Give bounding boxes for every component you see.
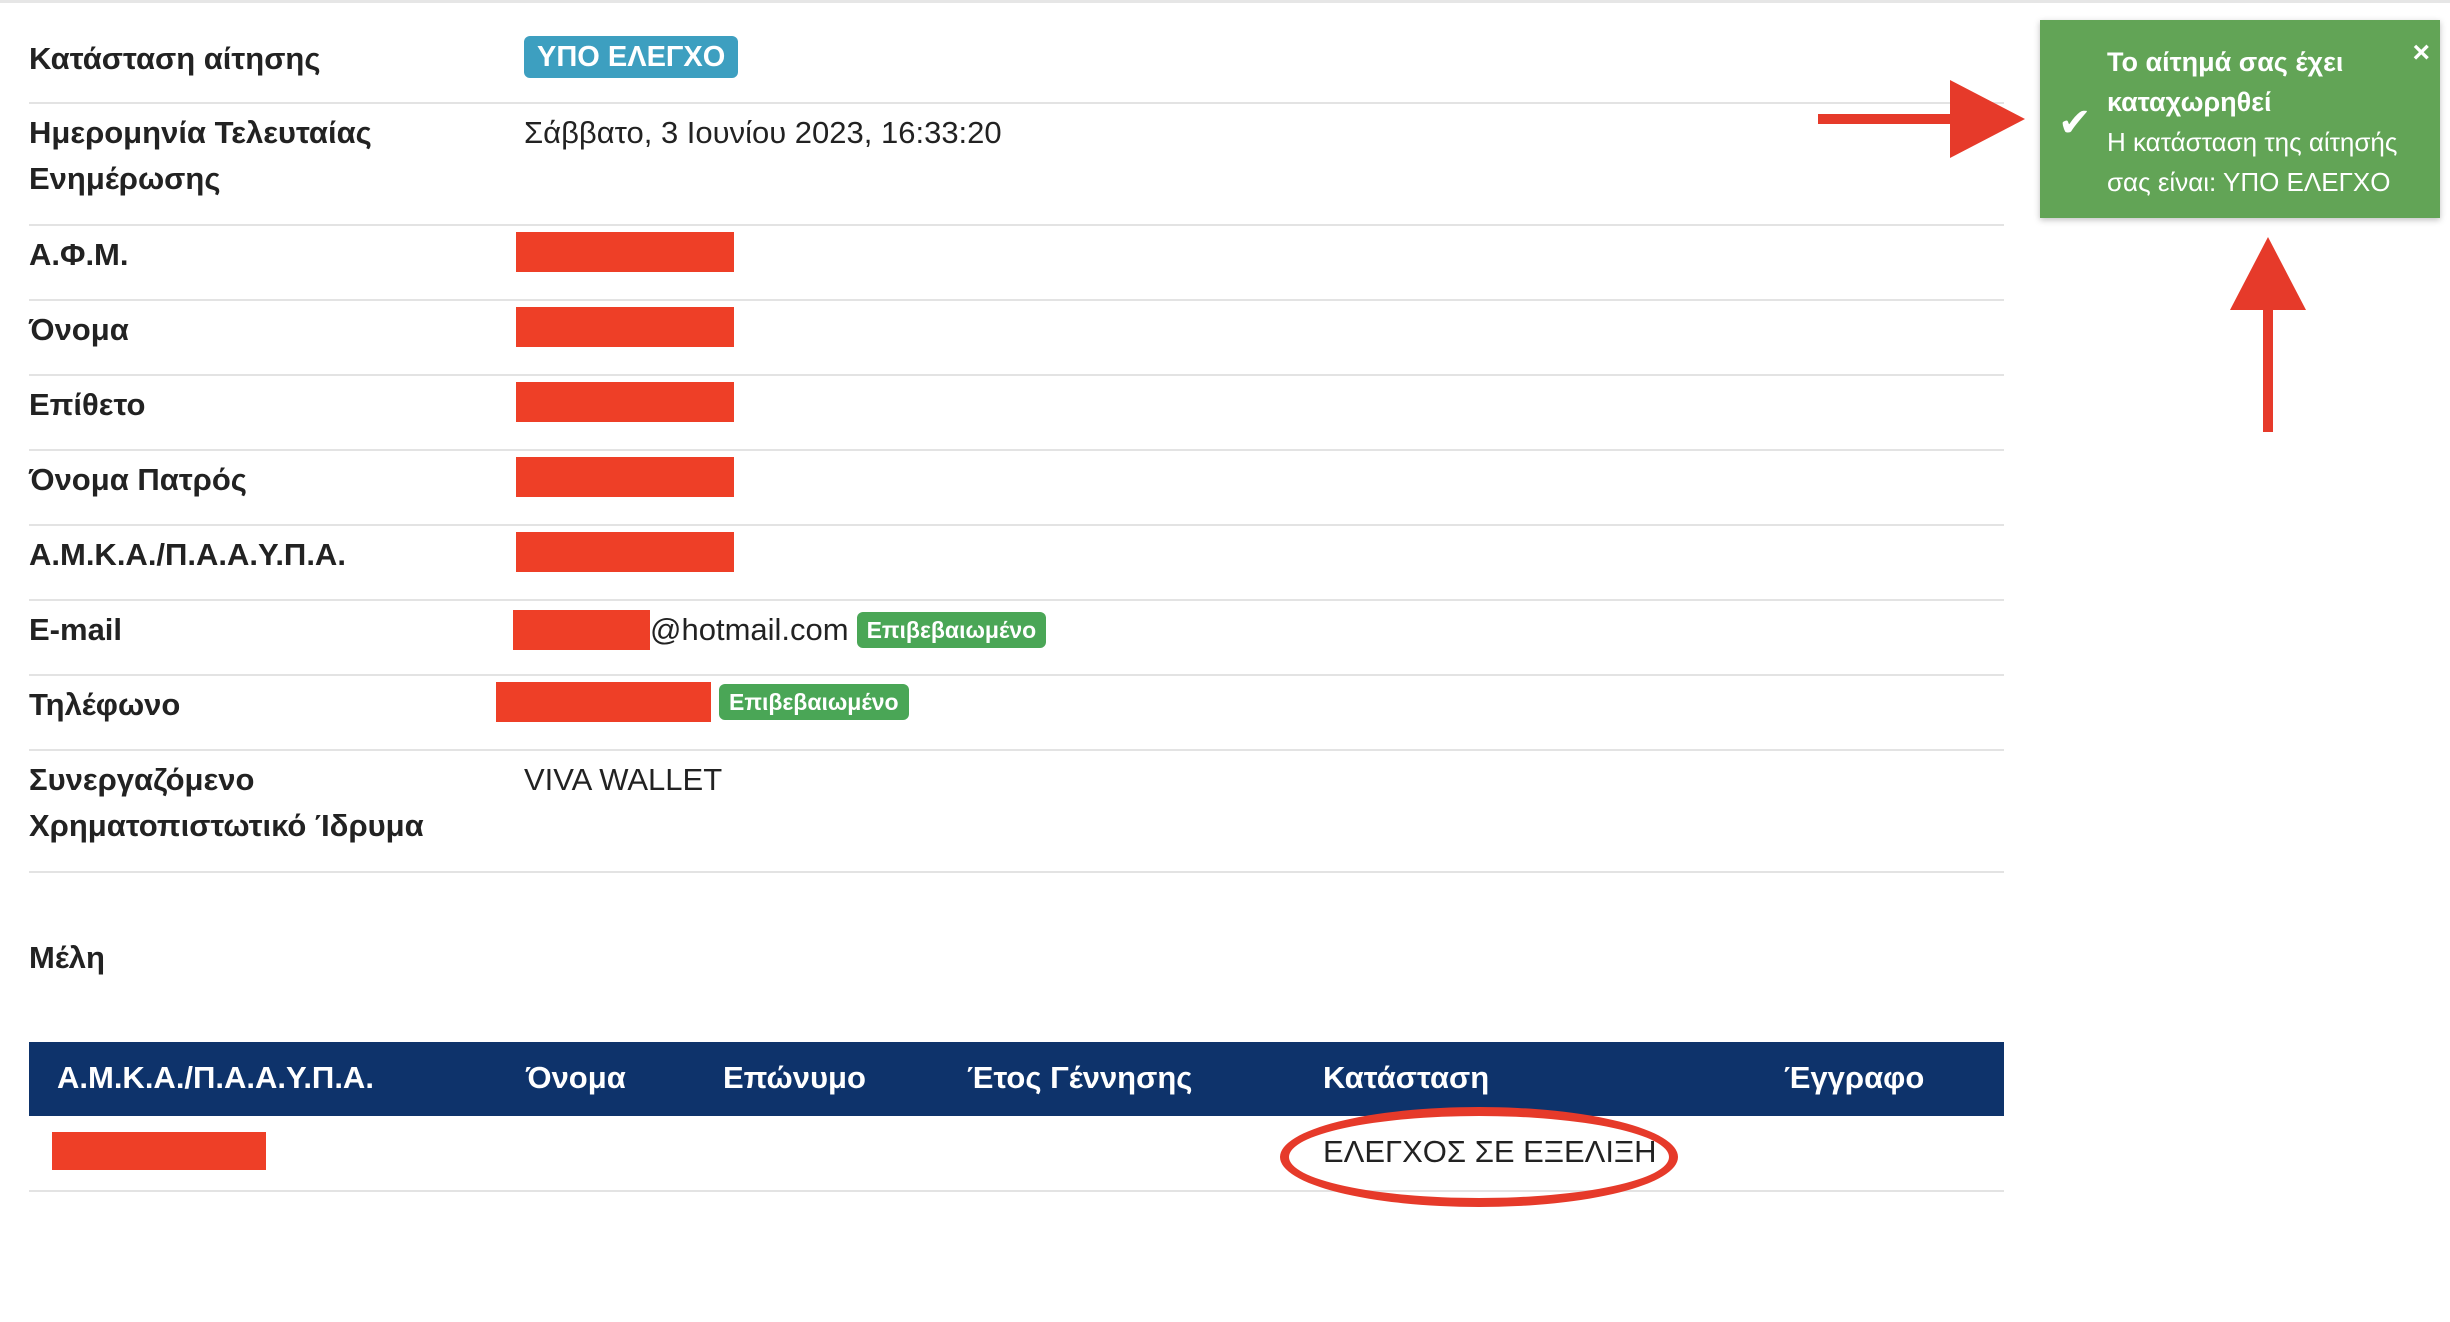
toast-message: Η κατάσταση της αίτησής σας είναι: ΥΠΟ Ε… [2107,127,2398,197]
check-icon: ✔ [2058,101,2092,145]
close-icon[interactable]: × [2412,38,2430,68]
arrow-right-annotation [1818,80,2025,158]
success-toast: ✔ × Το αίτημά σας έχει καταχωρηθεί Η κατ… [2040,20,2440,218]
arrow-up-annotation [2230,237,2306,432]
toast-title: Το αίτημά σας έχει καταχωρηθεί [2107,47,2344,117]
